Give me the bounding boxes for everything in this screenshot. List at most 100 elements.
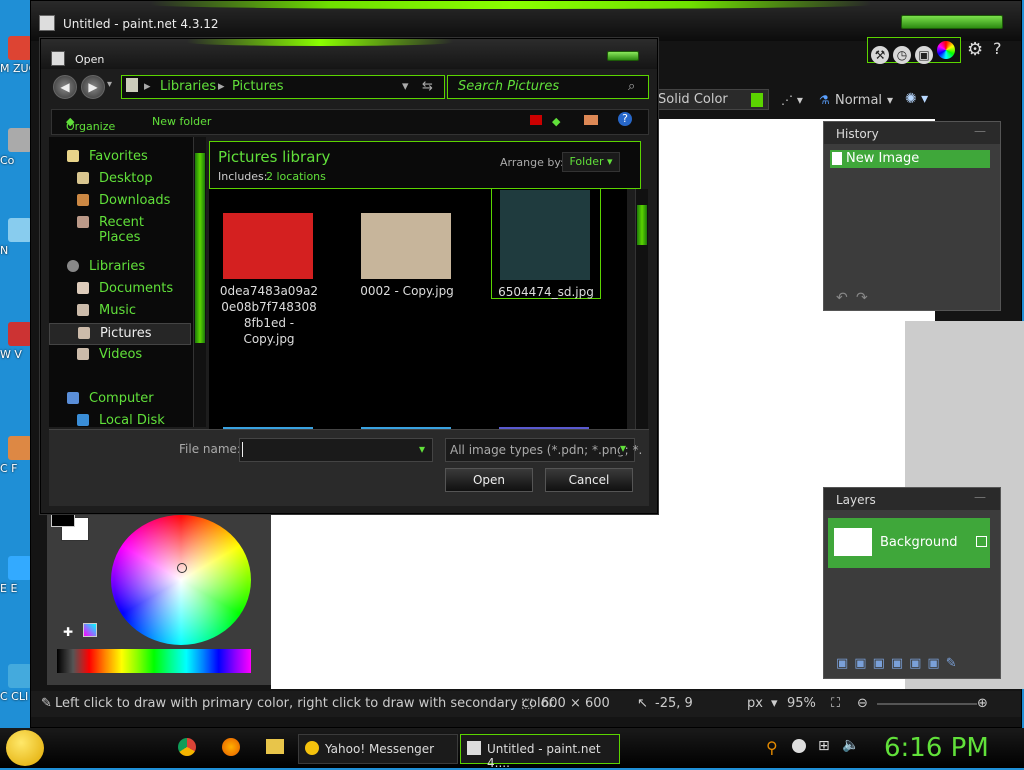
file-item[interactable] — [353, 403, 461, 429]
nav-music[interactable]: Music — [49, 301, 189, 321]
help-icon[interactable]: ? — [993, 39, 1002, 58]
blend-mode-arrow-icon[interactable]: ▾ — [887, 93, 893, 107]
nav-libraries[interactable]: Libraries — [49, 257, 189, 277]
minimize-icon[interactable]: — — [974, 124, 986, 138]
fill-mode-arrow-icon[interactable] — [751, 93, 763, 107]
new-folder-button[interactable]: New folder — [152, 115, 211, 128]
navigation-pane: Favorites Desktop Downloads Recent Place… — [49, 137, 193, 443]
nav-local-disk[interactable]: Local Disk (C:) — [49, 411, 189, 443]
tools-icon[interactable]: ⚒ — [871, 46, 889, 64]
cancel-button[interactable]: Cancel — [545, 468, 633, 492]
organize-button[interactable]: Organize ◆ — [66, 115, 115, 133]
breadcrumb-libraries[interactable]: Libraries — [160, 79, 216, 94]
arrange-by-dropdown[interactable]: Folder ▾ — [562, 152, 620, 172]
zoom-to-window-icon[interactable]: ⛶ — [831, 696, 840, 711]
desktop-icon-label: Co — [0, 154, 15, 167]
layer-actions[interactable]: ▣▣▣▣▣▣✎ — [836, 656, 963, 671]
task-paintnet[interactable]: Untitled - paint.net 4.... — [460, 734, 620, 770]
colors-icon[interactable] — [937, 41, 955, 59]
search-input[interactable]: Search Pictures — [458, 79, 559, 94]
text-caret — [242, 442, 243, 457]
nav-computer[interactable]: Computer — [49, 389, 189, 409]
task-yahoo-messenger[interactable]: Yahoo! Messenger — [298, 734, 458, 764]
selection-mode-icon[interactable]: ✺ ▾ — [905, 91, 928, 107]
antialias-icon[interactable]: ⋰ ▾ — [781, 93, 803, 107]
chrome-icon[interactable] — [178, 738, 196, 756]
volume-icon[interactable]: 🔈 — [842, 737, 859, 753]
nav-desktop[interactable]: Desktop — [49, 169, 189, 189]
color-palette[interactable] — [57, 649, 251, 673]
tray-icon[interactable] — [792, 739, 806, 753]
file-item[interactable]: 0002 - Copy.jpg — [353, 189, 461, 389]
layer-visibility-checkbox[interactable] — [976, 536, 987, 547]
network-icon[interactable]: ⊞ — [818, 738, 830, 754]
files-scrollbar-thumb[interactable] — [637, 205, 647, 245]
search-box[interactable]: Search Pictures ⌕ — [447, 75, 649, 99]
preview-pane-icon[interactable] — [584, 115, 598, 125]
desktop-shortcut-icon — [8, 556, 32, 580]
layer-row[interactable]: Background — [828, 518, 990, 568]
plus-icon[interactable]: ✚ — [63, 625, 73, 639]
history-item[interactable]: New Image — [830, 150, 990, 168]
zoom-in-icon[interactable]: ⊕ — [977, 696, 988, 711]
history-icon[interactable]: ◷ — [893, 46, 911, 64]
files-scrollbar[interactable] — [635, 189, 648, 429]
back-button[interactable]: ◀ — [53, 75, 77, 99]
paintnet-titlebar[interactable]: Untitled - paint.net 4.3.12 — [31, 1, 1021, 41]
palette-menu-icon[interactable] — [83, 623, 97, 637]
nav-videos[interactable]: Videos — [49, 345, 189, 365]
refresh-icon[interactable]: ⇆ — [422, 79, 433, 94]
nav-documents[interactable]: Documents — [49, 279, 189, 299]
view-icon[interactable] — [530, 115, 542, 125]
gear-icon[interactable]: ⚙ — [967, 39, 983, 60]
recent-places-icon — [77, 216, 89, 228]
filetype-arrow-icon[interactable]: ▾ — [620, 441, 627, 455]
firefox-icon[interactable] — [222, 738, 240, 756]
chevron-down-icon[interactable]: ▾ — [402, 79, 409, 94]
file-item[interactable]: 0dea7483a09a2 0e08b7f748308 8fb1ed - Cop… — [215, 189, 323, 389]
recent-locations-icon[interactable]: ▾ — [107, 79, 112, 90]
minimize-icon[interactable]: — — [974, 490, 986, 504]
search-icon[interactable]: ⌕ — [628, 79, 635, 94]
help-icon[interactable]: ? — [618, 112, 632, 126]
units-arrow-icon[interactable]: ▾ — [771, 696, 778, 711]
units-dropdown[interactable]: px — [747, 696, 763, 711]
layers-icon[interactable]: ▣ — [915, 46, 933, 64]
includes-link[interactable]: 2 locations — [266, 170, 326, 183]
file-item[interactable] — [215, 403, 323, 429]
undo-icon[interactable]: ↶ — [836, 290, 848, 306]
desktop-shortcut-icon — [8, 128, 32, 152]
nav-downloads[interactable]: Downloads — [49, 191, 189, 211]
file-item[interactable]: 6504474_sd.jpg — [491, 189, 601, 299]
clock[interactable]: 6:16 PM — [884, 733, 989, 763]
dialog-titlebar[interactable]: Open — [41, 39, 657, 69]
forward-button[interactable]: ▶ — [81, 75, 105, 99]
colors-panel: ✚ — [47, 513, 271, 685]
window-controls[interactable] — [901, 15, 1003, 29]
nav-favorites[interactable]: Favorites — [49, 147, 189, 167]
start-button[interactable] — [6, 730, 44, 766]
command-bar: Organize ◆ New folder ◆ ? — [51, 109, 649, 135]
primary-color-swatch[interactable] — [51, 513, 75, 527]
zoom-out-icon[interactable]: ⊖ — [857, 696, 868, 711]
breadcrumb-pictures[interactable]: Pictures — [232, 79, 283, 94]
view-menu-icon[interactable]: ◆ — [552, 115, 560, 128]
search-icon[interactable]: ⚲ — [766, 738, 778, 757]
nav-pictures[interactable]: Pictures — [49, 323, 191, 345]
color-wheel[interactable] — [111, 515, 251, 645]
address-bar[interactable]: ▸ Libraries ▸ Pictures ▾ ⇆ — [121, 75, 445, 99]
zoom-slider[interactable] — [877, 703, 977, 705]
dialog-close-button[interactable] — [607, 51, 639, 61]
nav-scrollbar[interactable] — [193, 137, 206, 427]
filename-dropdown-icon[interactable]: ▾ — [419, 442, 425, 456]
filetype-dropdown[interactable]: All image types (*.pdn; *.png; *. ▾ — [445, 438, 642, 462]
folder-icon[interactable] — [266, 739, 284, 754]
redo-icon[interactable]: ↷ — [856, 290, 868, 306]
nav-recent-places[interactable]: Recent Places — [49, 213, 189, 245]
nav-scrollbar-thumb[interactable] — [195, 153, 205, 343]
open-button[interactable]: Open — [445, 468, 533, 492]
filename-input[interactable] — [239, 438, 433, 462]
file-item[interactable] — [491, 403, 599, 429]
blend-mode-dropdown[interactable]: Normal — [835, 93, 882, 108]
zoom-level[interactable]: 95% — [787, 696, 816, 711]
